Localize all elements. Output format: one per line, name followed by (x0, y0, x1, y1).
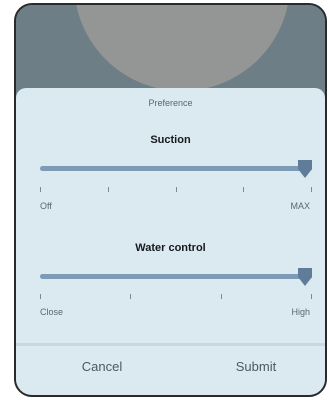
phone-frame: Preference Suction Off MAX Water control (0, 0, 329, 400)
water-control-slider[interactable] (40, 268, 312, 286)
suction-ticks (40, 187, 312, 195)
water-control-min-label: Close (40, 307, 64, 317)
water-control-slider-thumb[interactable] (296, 267, 314, 287)
suction-title: Suction (150, 134, 191, 146)
water-control-slider-track[interactable] (40, 274, 312, 279)
suction-tick (243, 187, 244, 192)
submit-button[interactable]: Submit (196, 358, 316, 376)
water-control-tick (40, 294, 41, 299)
suction-slider[interactable] (40, 160, 312, 178)
water-control-ticks (40, 294, 312, 302)
suction-max-label: MAX (290, 201, 310, 211)
cancel-button[interactable]: Cancel (42, 358, 162, 376)
suction-slider-track[interactable] (40, 166, 312, 171)
suction-min-label: Off (40, 201, 52, 211)
water-control-max-label: High (291, 307, 310, 317)
water-control-tick (221, 294, 222, 299)
water-control-title: Water control (135, 242, 206, 254)
preference-sheet: Preference Suction Off MAX Water control (16, 88, 325, 395)
water-control-tick (130, 294, 131, 299)
suction-tick (108, 187, 109, 192)
sheet-title: Preference (148, 98, 193, 108)
screen: Preference Suction Off MAX Water control (14, 3, 327, 397)
suction-tick (40, 187, 41, 192)
suction-slider-thumb[interactable] (296, 159, 314, 179)
suction-tick (176, 187, 177, 192)
water-control-tick (311, 294, 312, 299)
suction-tick (311, 187, 312, 192)
footer-divider (16, 343, 325, 346)
